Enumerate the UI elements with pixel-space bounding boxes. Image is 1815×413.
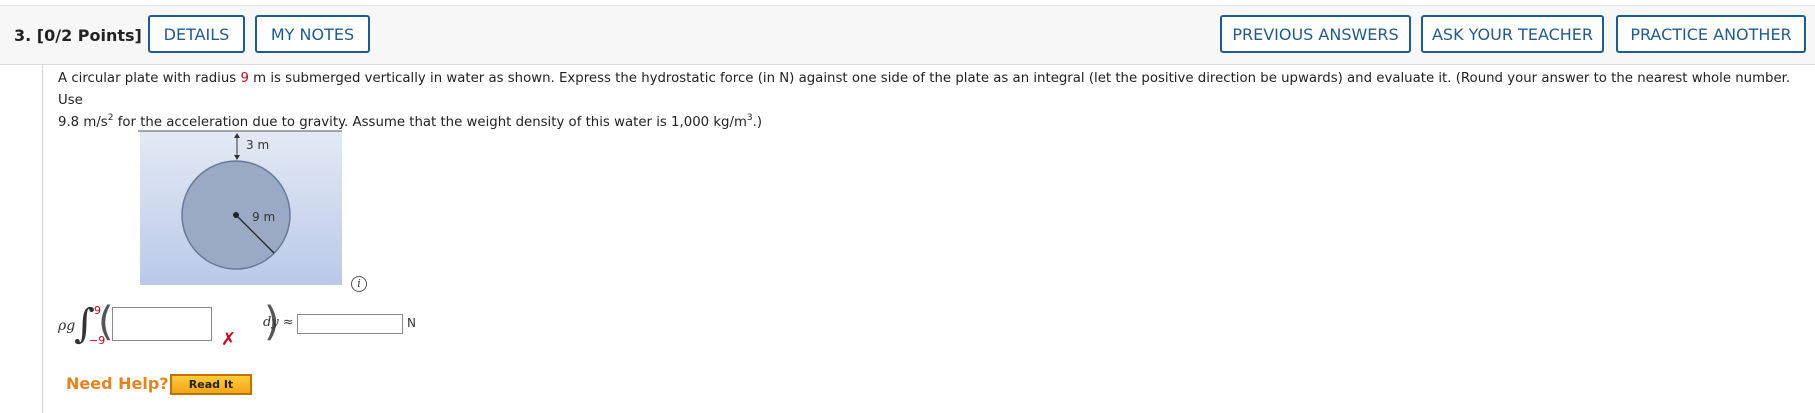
info-icon[interactable]: i bbox=[351, 276, 367, 292]
result-input[interactable] bbox=[297, 314, 403, 334]
question-title: 3. [0/2 Points] bbox=[14, 26, 142, 45]
previous-answers-button[interactable]: PREVIOUS ANSWERS bbox=[1220, 15, 1411, 53]
need-help-label: Need Help? bbox=[66, 374, 169, 393]
radius-label: 9 m bbox=[252, 210, 275, 224]
practice-another-button[interactable]: PRACTICE ANOTHER bbox=[1616, 15, 1806, 53]
ask-your-teacher-button[interactable]: ASK YOUR TEACHER bbox=[1421, 15, 1604, 53]
details-button[interactable]: DETAILS bbox=[148, 15, 245, 53]
integrand-input[interactable] bbox=[112, 307, 212, 341]
question-number: 3. bbox=[14, 26, 32, 45]
plate-center bbox=[233, 212, 239, 218]
dy-label: dy ≈ bbox=[263, 315, 294, 330]
question-header: 3. [0/2 Points] DETAILS MY NOTES PREVIOU… bbox=[0, 5, 1815, 65]
submerged-plate-figure: 3 m 9 m bbox=[138, 125, 348, 290]
radius-value: 9 bbox=[240, 71, 249, 86]
unit-label: N bbox=[407, 316, 416, 330]
depth-label: 3 m bbox=[246, 138, 269, 152]
rho-g-label: ρg bbox=[58, 318, 76, 334]
incorrect-icon: ✗ bbox=[221, 329, 237, 350]
left-divider bbox=[42, 64, 43, 413]
question-points: [0/2 Points] bbox=[36, 26, 142, 45]
my-notes-button[interactable]: MY NOTES bbox=[255, 15, 370, 53]
integral-formula: ρg ∫ 9 −9 ( ✗ ) dy ≈ N bbox=[58, 300, 438, 350]
read-it-button[interactable]: Read It bbox=[170, 374, 252, 395]
